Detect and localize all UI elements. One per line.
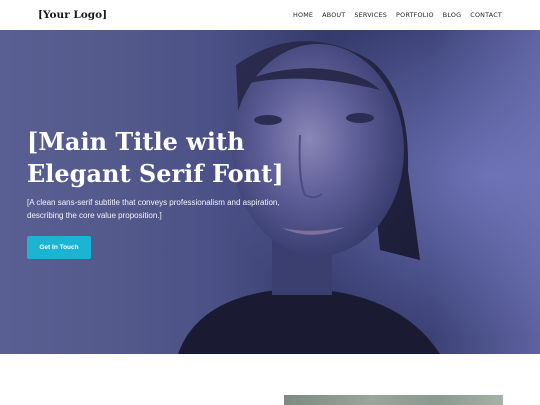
get-in-touch-button[interactable]: Get In Touch — [27, 236, 91, 259]
nav-services[interactable]: SERVICES — [354, 11, 387, 19]
hero-portrait-image — [0, 30, 540, 354]
hero-title: [Main Title with Elegant Serif Font] — [27, 127, 284, 188]
main-nav: HOME ABOUT SERVICES PORTFOLIO BLOG CONTA… — [293, 11, 502, 19]
site-header: [Your Logo] HOME ABOUT SERVICES PORTFOLI… — [0, 0, 540, 30]
nav-home[interactable]: HOME — [293, 11, 313, 19]
site-logo[interactable]: [Your Logo] — [38, 9, 107, 21]
content-section — [0, 354, 540, 405]
hero-subtitle: [A clean sans-serif subtitle that convey… — [27, 198, 280, 220]
nav-about[interactable]: ABOUT — [322, 11, 345, 19]
section-image — [284, 395, 503, 405]
nav-blog[interactable]: BLOG — [443, 11, 462, 19]
hero-section: [Main Title with Elegant Serif Font] [A … — [0, 30, 540, 354]
nav-portfolio[interactable]: PORTFOLIO — [396, 11, 434, 19]
nav-contact[interactable]: CONTACT — [470, 11, 502, 19]
